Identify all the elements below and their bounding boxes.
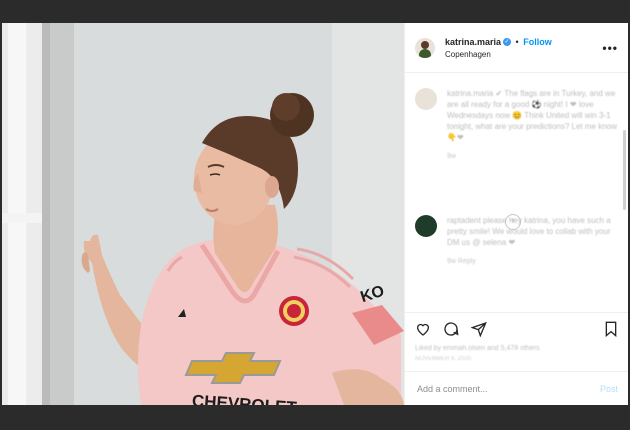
post-modal: CHEVROLET KO katrina.maria ✓ • Follow Cop… — [2, 23, 628, 405]
comments-section: katrina.maria ✔ The flags are in Turkey,… — [405, 74, 628, 311]
author-username[interactable]: katrina.maria — [445, 37, 501, 47]
likes-count[interactable]: Liked by emmah.olsen and 5,478 others — [415, 345, 618, 352]
post-header: katrina.maria ✓ • Follow Copenhagen ••• — [405, 23, 628, 73]
comment-text: raptadent please hey katrina, you have s… — [447, 216, 611, 247]
comment-row: raptadent please hey katrina, you have s… — [415, 215, 618, 265]
post-photo[interactable]: CHEVROLET KO — [2, 23, 404, 405]
caption-row: katrina.maria ✔ The flags are in Turkey,… — [415, 88, 618, 160]
verified-icon: ✓ — [503, 38, 512, 47]
comment-avatar[interactable] — [415, 215, 437, 237]
like-heart-icon[interactable] — [415, 321, 431, 337]
caption-avatar[interactable] — [415, 88, 437, 110]
caption-time: 9w — [447, 153, 456, 160]
comment-time: 9w Reply — [447, 258, 476, 265]
post-location[interactable]: Copenhagen — [445, 50, 552, 59]
share-icon[interactable] — [471, 321, 487, 337]
comment-input[interactable] — [415, 382, 600, 395]
post-actions: Liked by emmah.olsen and 5,478 others NO… — [405, 312, 628, 372]
more-options-icon[interactable]: ••• — [602, 41, 618, 55]
follow-button[interactable]: Follow — [523, 37, 552, 47]
add-comment-bar: Post — [405, 371, 628, 405]
post-sidebar: katrina.maria ✓ • Follow Copenhagen ••• k… — [404, 23, 628, 405]
author-avatar[interactable] — [415, 37, 435, 58]
separator-dot: • — [515, 36, 519, 47]
comment-icon[interactable] — [443, 321, 459, 337]
photo-illustration: CHEVROLET KO — [2, 23, 404, 405]
post-date: NOVEMBER 4, 2020 — [415, 356, 472, 362]
author-info: katrina.maria ✓ • Follow Copenhagen — [435, 37, 552, 59]
comments-scrollbar[interactable] — [623, 130, 626, 210]
save-bookmark-icon[interactable] — [604, 321, 618, 337]
post-comment-button[interactable]: Post — [600, 384, 618, 394]
caption-text: katrina.maria ✔ The flags are in Turkey,… — [447, 89, 617, 142]
